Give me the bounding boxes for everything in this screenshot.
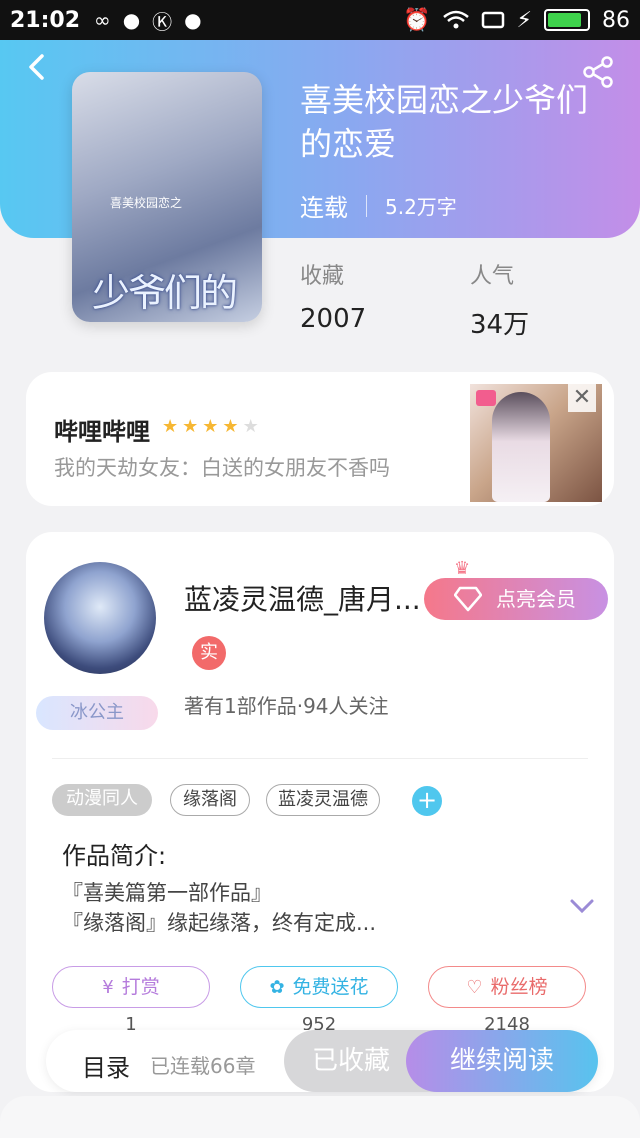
verified-badge: 实 <box>192 636 226 670</box>
serial-status: 连载 <box>300 194 348 222</box>
author-meta: 著有1部作品·94人关注 <box>184 694 389 718</box>
star-icon: ★ <box>222 416 243 437</box>
stat-label: 人气 <box>470 264 515 289</box>
chapter-count[interactable]: 已连载66章 <box>150 1050 255 1079</box>
fan-user-icon: ♡ <box>466 977 483 998</box>
yen-coin-icon: ¥ <box>102 977 114 998</box>
wifi-icon <box>442 10 469 29</box>
battery-icon <box>544 9 590 31</box>
send-flower-button[interactable]: ✿ 免费送花 <box>240 966 398 1008</box>
author-name[interactable]: 蓝凌灵温德_唐月... <box>184 578 424 618</box>
word-count: 5.2万字 <box>385 195 457 219</box>
ad-card[interactable]: 哔哩哔哩 ★★★★★ 我的天劫女友：白送的女朋友不香吗 <box>26 372 614 506</box>
ad-close-button[interactable]: ✕ <box>568 384 596 412</box>
cover-title: 少爷们的恋爱 <box>92 271 238 315</box>
vip-label: 点亮会员 <box>496 587 576 611</box>
status-time: 21:02 <box>10 7 81 33</box>
star-icon: ★ <box>202 416 223 437</box>
tag-item[interactable]: 蓝凌灵温德 <box>266 784 380 816</box>
divider <box>366 194 367 217</box>
flower-label: 免费送花 <box>292 976 369 998</box>
bottom-strip <box>0 1096 640 1138</box>
tag-item[interactable]: 动漫同人 <box>52 784 152 816</box>
star-icon: ★ <box>162 416 183 437</box>
crown-icon: ♛ <box>454 558 471 579</box>
divider <box>52 758 588 759</box>
stat-popularity: 人气 34万 <box>470 258 529 341</box>
stat-value: 34万 <box>470 310 530 340</box>
stat-label: 收藏 <box>300 264 345 289</box>
stat-favorites: 收藏 2007 <box>300 258 366 334</box>
ad-title: 哔哩哔哩 <box>54 418 150 446</box>
book-cover[interactable]: 喜美校园恋之 少爷们的恋爱 <box>72 72 262 322</box>
book-status-row: 连载 5.2万字 <box>300 188 457 223</box>
screen-icon <box>481 11 504 29</box>
stat-value: 2007 <box>300 304 367 334</box>
chevron-down-icon[interactable] <box>568 896 596 916</box>
book-title: 喜美校园恋之少爷们的恋爱 <box>300 81 589 163</box>
chevron-left-icon <box>29 54 44 80</box>
battery-level: 86 <box>602 7 630 33</box>
reward-label: 打赏 <box>121 976 160 998</box>
medal-badge: 冰公主 <box>36 696 158 730</box>
intro-label: 作品简介: <box>62 842 167 870</box>
vip-button[interactable]: 点亮会员 <box>424 578 608 620</box>
back-button[interactable] <box>22 52 52 82</box>
toc-button[interactable]: 目录 <box>82 1048 130 1083</box>
infinity-icon: ∞ <box>94 8 111 32</box>
rating-stars: ★★★★★ <box>162 416 263 437</box>
ad-illustration <box>492 392 550 502</box>
reward-button[interactable]: ¥ 打赏 <box>52 966 210 1008</box>
flower-icon: ✿ <box>269 977 285 998</box>
fan-ranking-button[interactable]: ♡ 粉丝榜 <box>428 966 586 1008</box>
bilibili-logo-icon <box>476 390 496 406</box>
chat-icon: ● <box>184 8 202 32</box>
diamond-icon <box>454 586 482 612</box>
continue-reading-button[interactable]: 继续阅读 <box>406 1030 598 1092</box>
fans-label: 粉丝榜 <box>490 976 548 998</box>
alarm-icon: ⏰ <box>403 7 431 33</box>
chat-icon: ● <box>122 8 141 32</box>
status-bar: 21:02 ∞ ● Ⓚ ● ⏰ ⚡ 86 <box>0 0 640 40</box>
add-tag-button[interactable]: + <box>412 786 442 816</box>
star-icon: ★ <box>242 416 263 437</box>
tag-item[interactable]: 缘落阁 <box>170 784 250 816</box>
k-icon: Ⓚ <box>152 9 173 34</box>
star-icon: ★ <box>182 416 203 437</box>
author-avatar[interactable] <box>44 562 156 674</box>
charging-icon: ⚡ <box>516 7 532 33</box>
ad-description: 我的天劫女友：白送的女朋友不香吗 <box>54 456 390 480</box>
cover-subtitle: 喜美校园恋之 <box>110 196 183 210</box>
intro-text[interactable]: 『喜美篇第一部作品』 『缘落阁』缘起缘落，终有定成... <box>62 878 376 938</box>
